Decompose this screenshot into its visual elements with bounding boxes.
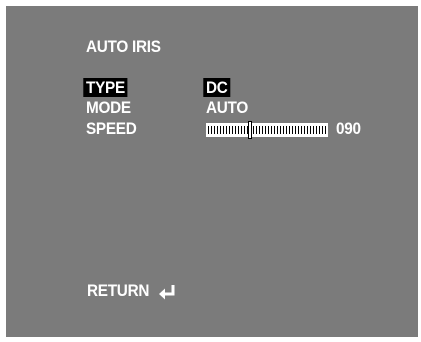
menu-title: AUTO IRIS bbox=[86, 37, 161, 56]
speed-slider[interactable] bbox=[206, 121, 328, 139]
type-value[interactable]: DC bbox=[203, 78, 231, 97]
osd-screen: AUTO IRIS TYPE DC MODE AUTO SPEED 090 RE… bbox=[6, 6, 418, 337]
mode-value[interactable]: AUTO bbox=[206, 98, 248, 117]
speed-slider-ticks bbox=[208, 126, 326, 134]
speed-label[interactable]: SPEED bbox=[86, 119, 137, 138]
type-value-text: DC bbox=[203, 78, 231, 97]
speed-slider-knob[interactable] bbox=[248, 121, 253, 139]
mode-label[interactable]: MODE bbox=[86, 98, 131, 117]
enter-return-icon[interactable] bbox=[158, 284, 178, 300]
speed-value: 090 bbox=[336, 119, 361, 138]
return-label[interactable]: RETURN bbox=[87, 281, 149, 300]
type-label-text: TYPE bbox=[83, 78, 128, 97]
type-label[interactable]: TYPE bbox=[83, 78, 128, 97]
